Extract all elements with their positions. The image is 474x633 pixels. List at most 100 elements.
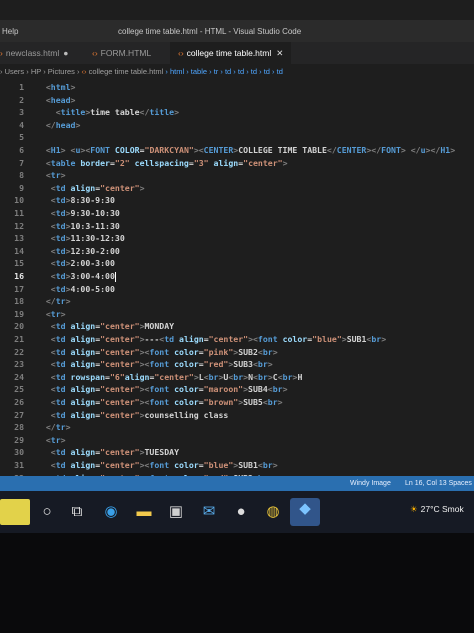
code-text[interactable]: <td>8:30-9:30: [36, 195, 115, 205]
vscode-window: Help college time table.html - HTML - Vi…: [0, 0, 474, 533]
code-line[interactable]: 31 <td align="center"><font color="blue"…: [0, 460, 474, 473]
code-line[interactable]: 21 <td align="center">---<td align="cent…: [0, 334, 474, 347]
store-icon[interactable]: ▣: [165, 501, 187, 523]
file-explorer-icon[interactable]: ▬: [133, 501, 155, 523]
weather-widget[interactable]: ☀ 27°C Smok: [410, 504, 464, 515]
line-number: 6: [19, 145, 24, 155]
code-line[interactable]: 18 </tr>: [0, 296, 474, 309]
code-line[interactable]: 8 <tr>: [0, 170, 474, 183]
code-text[interactable]: <tr>: [36, 435, 66, 445]
tab-newclass[interactable]: › newclass.html ●: [0, 42, 68, 64]
code-line[interactable]: 15 <td>2:00-3:00: [0, 258, 474, 271]
code-text[interactable]: <td align="center"><font color="maroon">…: [36, 384, 288, 394]
code-line[interactable]: 1 <html>: [0, 82, 474, 95]
search-icon[interactable]: ○: [36, 501, 58, 523]
code-text[interactable]: <td>9:30-10:30: [36, 208, 120, 218]
code-text[interactable]: <html>: [36, 82, 76, 92]
line-number: 22: [14, 346, 24, 357]
code-text[interactable]: <td>10:3-11:30: [36, 221, 120, 231]
code-line[interactable]: 9 <td align="center">: [0, 183, 474, 196]
line-number: 18: [14, 296, 24, 307]
code-text[interactable]: </head>: [36, 120, 81, 130]
line-number: 30: [14, 447, 24, 458]
html-file-icon: ‹›: [81, 67, 87, 76]
code-line[interactable]: 14 <td>12:30-2:00: [0, 246, 474, 259]
code-line[interactable]: 23 <td align="center"><font color="red">…: [0, 359, 474, 372]
line-number: 17: [14, 283, 24, 294]
line-number: 11: [14, 208, 24, 218]
code-line[interactable]: 7 <table border="2" cellspacing="3" alig…: [0, 158, 474, 171]
code-text[interactable]: <td align="center"><font color="blue">SU…: [36, 460, 278, 470]
code-line[interactable]: 24 <td rowspan="6"align="center">L<br>U<…: [0, 372, 474, 385]
code-text[interactable]: <tr>: [36, 309, 66, 319]
code-line[interactable]: 26 <td align="center"><font color="brown…: [0, 397, 474, 410]
code-text[interactable]: <tr>: [36, 170, 66, 180]
code-text[interactable]: <title>time table</title>: [36, 107, 179, 117]
line-number: 3: [19, 107, 24, 118]
code-line[interactable]: 10 <td>8:30-9:30: [0, 195, 474, 208]
code-line[interactable]: 27 <td align="center">counselling class: [0, 410, 474, 423]
status-position[interactable]: Ln 16, Col 13 Spaces: [405, 476, 472, 491]
breadcrumb-file[interactable]: college time table.html: [89, 67, 164, 76]
edge-icon[interactable]: ◉: [100, 501, 122, 523]
code-line[interactable]: 4 </head>: [0, 120, 474, 133]
close-icon[interactable]: ✕: [276, 48, 283, 58]
status-left[interactable]: Windy Image: [350, 476, 391, 491]
code-line[interactable]: 2 <head>: [0, 95, 474, 108]
code-text[interactable]: <td align="center">counselling class: [36, 410, 229, 420]
code-line[interactable]: 30 <td align="center">TUESDAY: [0, 447, 474, 460]
code-text[interactable]: <td align="center"><font color="brown">S…: [36, 397, 283, 407]
code-line[interactable]: 16 <td>3:00-4:00: [0, 271, 474, 284]
code-text[interactable]: <table border="2" cellspacing="3" align=…: [36, 158, 288, 168]
menu-help[interactable]: Help: [2, 27, 18, 36]
vscode-icon[interactable]: ◆: [290, 498, 320, 526]
code-text[interactable]: <td>3:00-4:00: [36, 271, 116, 282]
chat-icon[interactable]: ●: [230, 501, 252, 523]
code-line[interactable]: 28 </tr>: [0, 422, 474, 435]
code-text[interactable]: <td align="center">MONDAY: [36, 321, 174, 331]
line-number: 4: [19, 119, 24, 130]
code-line[interactable]: 22 <td align="center"><font color="pink"…: [0, 347, 474, 360]
task-view-icon[interactable]: ⧉: [66, 501, 88, 523]
code-line[interactable]: 29 <tr>: [0, 435, 474, 448]
code-line[interactable]: 11 <td>9:30-10:30: [0, 208, 474, 221]
code-text[interactable]: <td align="center"><font color="red">SUB…: [36, 359, 273, 369]
code-text[interactable]: <td rowspan="6"align="center">L<br>U<br>…: [36, 372, 303, 382]
code-text[interactable]: <td>11:30-12:30: [36, 233, 125, 243]
start-icon[interactable]: [0, 499, 30, 525]
code-text[interactable]: </tr>: [36, 422, 71, 432]
line-number: 1: [19, 82, 24, 92]
code-line[interactable]: 12 <td>10:3-11:30: [0, 221, 474, 234]
code-line[interactable]: 3 <title>time table</title>: [0, 107, 474, 120]
line-number: 28: [14, 422, 24, 433]
breadcrumb: › Users › HP › Pictures › ‹› college tim…: [0, 64, 474, 80]
code-text[interactable]: <H1> <u><FONT COLOR="DARKCYAN"><CENTER>C…: [36, 145, 455, 155]
code-text[interactable]: <td align="center">TUESDAY: [36, 447, 179, 457]
mail-icon[interactable]: ✉: [198, 501, 220, 523]
code-text[interactable]: <td>2:00-3:00: [36, 258, 115, 268]
breadcrumb-path[interactable]: › Users › HP › Pictures ›: [0, 67, 79, 76]
code-text[interactable]: <td align="center">---<td align="center"…: [36, 334, 386, 344]
window-title: college time table.html - HTML - Visual …: [118, 27, 302, 36]
code-line[interactable]: 17 <td>4:00-5:00: [0, 284, 474, 297]
tab-college-time-table[interactable]: ‹› college time table.html ✕: [170, 42, 292, 64]
code-line[interactable]: 25 <td align="center"><font color="maroo…: [0, 384, 474, 397]
code-line[interactable]: 6 <H1> <u><FONT COLOR="DARKCYAN"><CENTER…: [0, 145, 474, 158]
dark-surround: [0, 533, 474, 633]
code-text[interactable]: <td>4:00-5:00: [36, 284, 115, 294]
code-text[interactable]: </tr>: [36, 296, 71, 306]
code-line[interactable]: 5: [0, 132, 474, 145]
tab-form[interactable]: ‹› FORM.HTML: [92, 42, 151, 64]
code-editor[interactable]: 1 <html> 2 <head> 3 <title>time table</tit…: [0, 80, 474, 484]
code-line[interactable]: 19 <tr>: [0, 309, 474, 322]
code-text[interactable]: <td align="center">: [36, 183, 145, 193]
weather-text: 27°C Smok: [420, 504, 464, 514]
code-text[interactable]: <td>12:30-2:00: [36, 246, 120, 256]
code-text[interactable]: <td align="center"><font color="pink">SU…: [36, 347, 278, 357]
chrome-icon[interactable]: ◍: [262, 501, 284, 523]
code-line[interactable]: 20 <td align="center">MONDAY: [0, 321, 474, 334]
code-line[interactable]: 13 <td>11:30-12:30: [0, 233, 474, 246]
code-text[interactable]: <head>: [36, 95, 76, 105]
breadcrumb-trail[interactable]: › html › table › tr › td › td › td › td …: [165, 67, 283, 76]
tab-label: FORM.HTML: [100, 48, 152, 58]
